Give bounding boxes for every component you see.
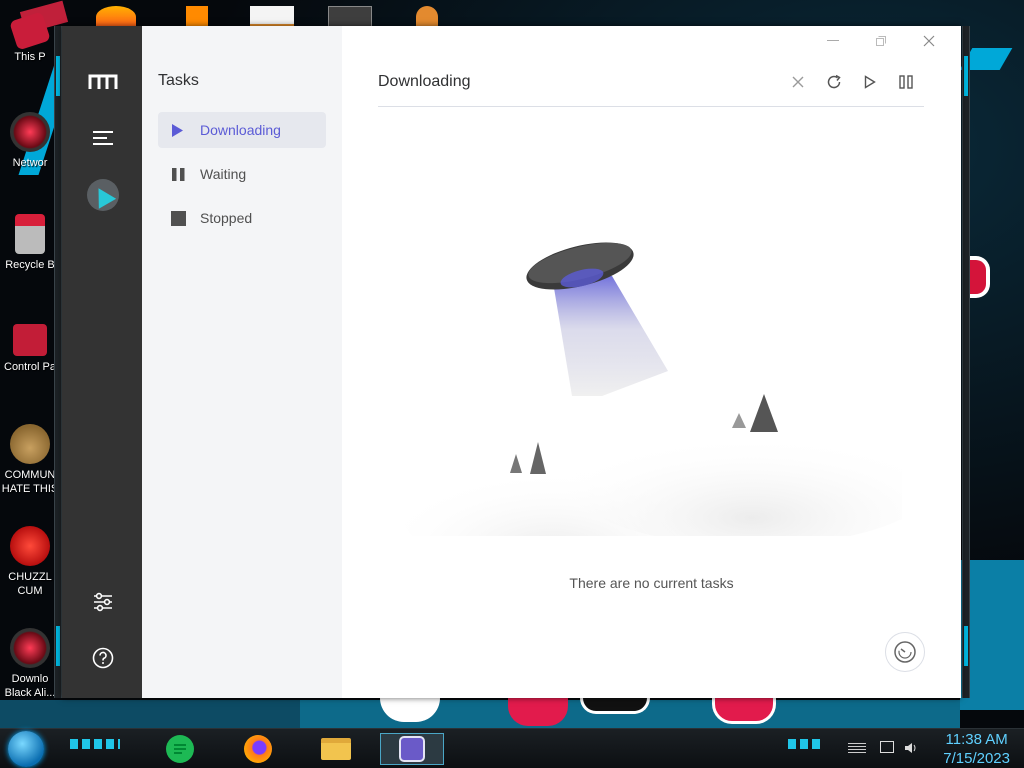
alien-icon [10,628,50,668]
firefox-icon[interactable] [240,733,276,765]
desktop-icon-download[interactable]: Downlo Black Ali... [0,628,60,700]
desktop-icon-label: This P [14,51,46,63]
action-center-icon[interactable] [848,743,866,753]
notes-app-icon[interactable] [162,733,198,765]
app-rail [62,26,142,698]
desktop-icon-control-panel[interactable]: Control Pa [0,318,60,374]
preferences-icon[interactable] [84,583,122,621]
sidebar-item-stopped[interactable]: Stopped [158,200,326,236]
empty-state-text: There are no current tasks [569,575,734,591]
avatar[interactable] [84,176,122,214]
taskbar-decor [70,739,120,749]
menu-icon[interactable] [84,119,122,157]
wallpaper-shape [0,700,300,728]
sidebar-item-label: Downloading [200,122,281,138]
close-icon[interactable] [780,69,816,95]
desktop-icon-label: Control Pa [4,361,56,373]
computer-icon [9,11,51,51]
chuzzle-icon [10,526,50,566]
volume-icon[interactable] [904,741,918,755]
sidebar-title: Tasks [158,72,199,89]
wallpaper-shape [580,698,650,714]
taskbar: 11:38 AM 7/15/2023 [0,728,1024,768]
desktop-icon-label: Networ [12,157,48,169]
desktop-icon-label: CHUZZL CUM [8,571,52,597]
file-explorer-icon[interactable] [318,733,354,765]
pause-all-icon[interactable] [888,69,924,95]
desktop-top-icon[interactable] [416,6,438,28]
app-logo-icon[interactable] [84,63,122,101]
desktop-top-icon[interactable] [328,6,372,28]
desktop-icon-chuzzle[interactable]: CHUZZL CUM [0,526,60,598]
motrix-window: Tasks Downloading Waiting Stopped Downlo… [62,26,961,698]
window-controls [811,30,951,52]
ufo-illustration [402,242,902,536]
maximize-icon[interactable] [859,30,903,52]
close-window-icon[interactable] [907,30,951,52]
network-icon [10,112,50,152]
desktop-icon-recycle-bin[interactable]: Recycle B [0,214,60,272]
pause-icon [171,167,186,182]
window-frame-left [54,26,62,698]
desktop-top-icon[interactable] [96,6,136,28]
desktop-icon-label: Recycle B [5,259,55,271]
recycle-bin-icon [15,214,45,254]
money-bag-icon [10,424,50,464]
resume-all-icon[interactable] [852,69,888,95]
desktop-top-icon[interactable] [250,6,294,28]
stop-icon [171,210,186,226]
desktop-right-icon[interactable] [968,256,990,298]
sidebar-item-waiting[interactable]: Waiting [158,156,326,192]
window-frame-right [962,26,970,698]
play-icon [171,123,186,138]
help-icon[interactable] [84,639,122,677]
start-button[interactable] [8,731,44,767]
control-panel-icon [13,324,47,356]
desktop-icon-commun[interactable]: COMMUN HATE THIS [0,424,60,496]
sidebar-item-downloading[interactable]: Downloading [158,112,326,148]
main-panel: Downloading There are no current tasks [342,26,961,698]
motrix-taskbar-icon[interactable] [380,733,444,765]
speedometer-icon[interactable] [885,632,925,672]
page-header: Downloading [378,69,924,107]
wallpaper-shape [508,698,568,726]
page-title: Downloading [378,73,471,90]
clock-date: 7/15/2023 [943,750,1010,767]
clock-time: 11:38 AM [945,731,1008,748]
desktop-icon-label: COMMUN HATE THIS [1,469,59,495]
desktop-icon-label: Downlo Black Ali... [4,673,56,699]
desktop-icon-network[interactable]: Networ [0,112,60,170]
sidebar-item-label: Waiting [200,166,247,182]
network-tray-icon[interactable] [880,741,894,753]
desktop-top-icon[interactable] [186,6,208,28]
minimize-icon[interactable] [811,30,855,52]
system-clock[interactable]: 11:38 AM 7/15/2023 [943,730,1010,768]
sidebar-item-label: Stopped [200,210,253,226]
refresh-icon[interactable] [816,69,852,95]
desktop-icon-this-pc[interactable]: This P [0,10,60,64]
task-sidebar: Tasks Downloading Waiting Stopped [142,26,342,698]
taskbar-decor [788,739,824,749]
wallpaper-shape [712,698,776,724]
